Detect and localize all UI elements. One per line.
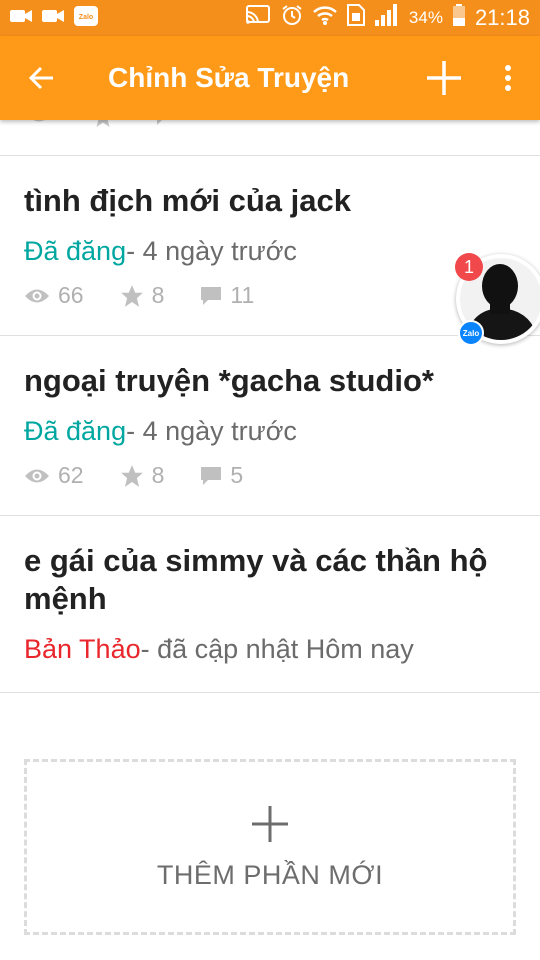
plus-icon: [252, 805, 288, 842]
comments-stat: 5: [200, 462, 243, 489]
back-button[interactable]: [0, 36, 84, 120]
status-bar: Zalo 34% 21:18: [0, 0, 540, 36]
views-stat: 66: [24, 282, 84, 309]
comment-icon: [155, 120, 175, 125]
votes-stat: 8: [120, 282, 165, 309]
zalo-notification-icon: Zalo: [74, 5, 98, 31]
signal-icon: [374, 4, 399, 32]
zalo-app-badge: Zalo: [458, 320, 484, 346]
battery-percent: 34%: [408, 8, 443, 27]
status-bar-notifications: Zalo: [10, 5, 98, 31]
part-stats: 62 8 5: [24, 462, 516, 489]
part-meta: Đã đăng- 4 ngày trước: [24, 414, 516, 448]
more-vert-icon: [505, 65, 511, 91]
status-label: Đã đăng: [24, 416, 127, 446]
battery-icon: [452, 4, 465, 32]
back-arrow-icon: [29, 66, 53, 90]
chat-head[interactable]: 1 Zalo: [455, 253, 540, 346]
sim-card-icon: [346, 4, 365, 32]
video-camera-icon: [42, 8, 64, 29]
zalo-notification-label: Zalo: [79, 14, 93, 21]
comments-count: 11: [230, 282, 255, 308]
star-icon: [96, 120, 110, 127]
more-options-button[interactable]: [476, 36, 540, 120]
eye-icon: [25, 469, 49, 482]
app-bar: Chỉnh Sửa Truyện: [0, 36, 540, 120]
list-item[interactable]: ngoại truyện *gacha studio* Đã đăng- 4 n…: [0, 336, 540, 516]
video-camera-icon: [10, 8, 32, 29]
part-meta: Đã đăng- 4 ngày trước: [24, 234, 516, 268]
page-title: Chỉnh Sửa Truyện: [108, 62, 350, 93]
eye-icon: [33, 120, 45, 122]
cast-icon: [245, 5, 271, 31]
part-date: - đã cập nhật Hôm nay: [140, 634, 414, 664]
star-icon: [120, 284, 143, 307]
votes-count: 8: [151, 462, 165, 488]
eye-icon: [25, 289, 49, 302]
wifi-icon: [313, 4, 337, 32]
part-title: e gái của simmy và các thần hộ mệnh: [24, 543, 488, 616]
add-new-part-label: THÊM PHẦN MỚI: [156, 859, 384, 890]
comment-icon: [201, 466, 222, 485]
part-stats: 66 8 11: [24, 282, 516, 309]
votes-stat: 8: [120, 462, 165, 489]
star-icon: [120, 464, 143, 487]
status-label: Đã đăng: [24, 236, 127, 266]
votes-count: 8: [151, 282, 165, 308]
status-bar-system: 34% 21:18: [245, 4, 530, 32]
comments-stat: 11: [200, 282, 254, 309]
part-date: - 4 ngày trước: [126, 236, 297, 266]
notification-badge: 1: [455, 253, 483, 281]
partial-stats: [26, 120, 176, 128]
list-item[interactable]: e gái của simmy và các thần hộ mệnh Bản …: [0, 516, 540, 693]
views-stat: 62: [24, 462, 84, 489]
plus-icon: [427, 61, 461, 95]
add-button[interactable]: [412, 36, 476, 120]
part-meta: Bản Thảo- đã cập nhật Hôm nay: [24, 632, 516, 666]
add-new-part-button[interactable]: THÊM PHẦN MỚI: [24, 759, 516, 935]
parts-list: tình địch mới của jack Đã đăng- 4 ngày t…: [0, 120, 540, 693]
status-label: Bản Thảo: [24, 634, 141, 664]
views-count: 66: [58, 282, 84, 308]
views-count: 62: [58, 462, 84, 488]
comments-count: 5: [230, 462, 244, 488]
part-title: ngoại truyện *gacha studio*: [24, 363, 434, 398]
comment-icon: [201, 286, 222, 305]
part-date: - 4 ngày trước: [126, 416, 297, 446]
alarm-icon: [281, 4, 303, 32]
clock: 21:18: [474, 5, 530, 30]
part-title: tình địch mới của jack: [24, 183, 351, 218]
list-item-partial[interactable]: [0, 120, 540, 156]
